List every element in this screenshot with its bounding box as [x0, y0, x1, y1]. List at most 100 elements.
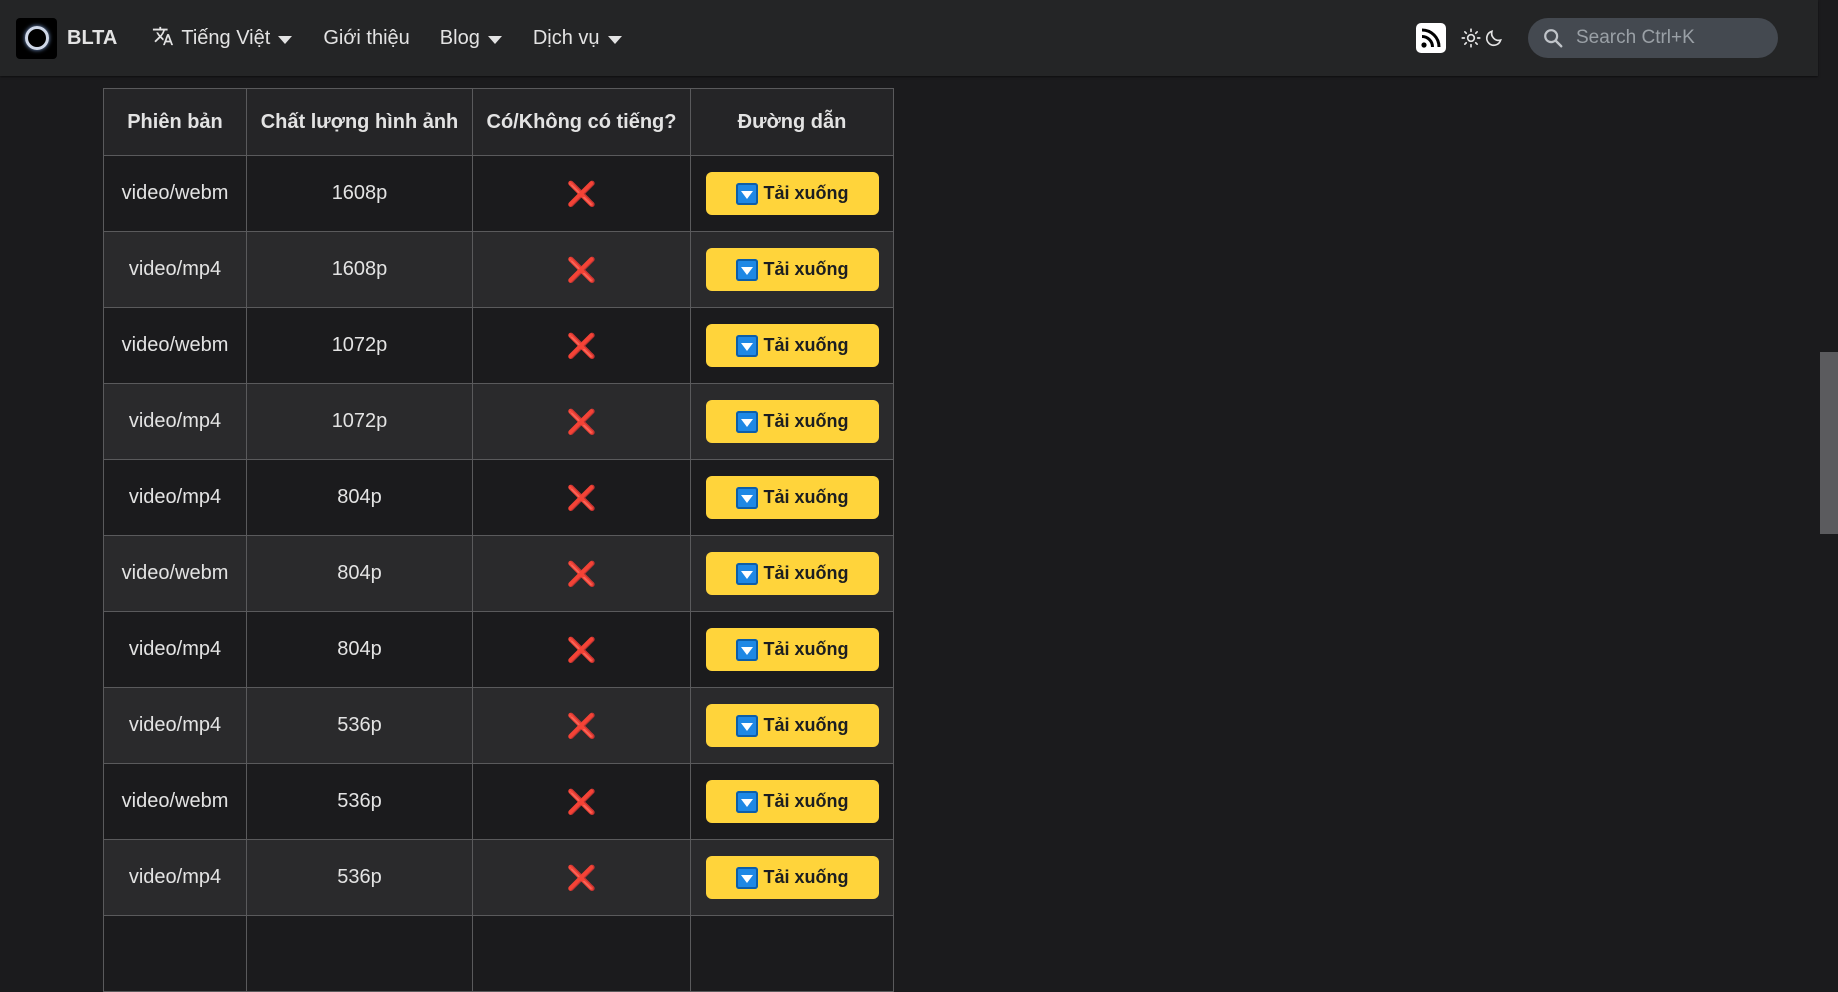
cross-mark-icon: ❌ — [566, 179, 597, 208]
audio-cell: ❌ — [472, 839, 691, 916]
audio-cell: ❌ — [472, 155, 691, 232]
download-label: Tải xuống — [763, 867, 849, 887]
download-label: Tải xuống — [763, 183, 849, 203]
quality-cell: 1608p — [246, 155, 473, 232]
format-cell: video/mp4 — [103, 383, 247, 460]
link-cell: Tải xuống — [690, 383, 894, 460]
search-icon — [1544, 29, 1563, 48]
cross-mark-icon: ❌ — [566, 711, 597, 740]
link-cell: Tải xuống — [690, 611, 894, 688]
quality-cell: 804p — [246, 459, 473, 536]
chevron-down-icon — [278, 35, 293, 44]
table-row: video/webm 1608p ❌ Tải xuống — [103, 155, 894, 232]
chevron-down-icon — [607, 35, 622, 44]
link-cell: Tải xuống — [690, 459, 894, 536]
language-label: Tiếng Việt — [181, 26, 271, 49]
brand-link[interactable]: BLTA — [16, 17, 117, 59]
cross-mark-icon: ❌ — [566, 635, 597, 664]
quality-cell: 1072p — [246, 307, 473, 384]
search-input[interactable] — [1574, 26, 1768, 50]
nav-blog-dropdown[interactable]: Blog — [440, 27, 502, 50]
download-button[interactable]: Tải xuống — [705, 324, 879, 367]
format-cell: video/webm — [103, 307, 247, 384]
download-button[interactable]: Tải xuống — [705, 628, 879, 671]
search-box[interactable] — [1528, 18, 1778, 58]
table-header-row: Phiên bản Chất lượng hình ảnh Có/Không c… — [103, 88, 894, 156]
quality-cell: 804p — [246, 611, 473, 688]
cross-mark-icon: ❌ — [566, 407, 597, 436]
quality-cell: 804p — [246, 535, 473, 612]
audio-cell: ❌ — [472, 535, 691, 612]
quality-cell: 1072p — [246, 383, 473, 460]
page-scrollbar[interactable] — [1818, 0, 1838, 905]
format-cell: video/mp4 — [103, 839, 247, 916]
audio-cell: ❌ — [472, 383, 691, 460]
download-table: Phiên bản Chất lượng hình ảnh Có/Không c… — [103, 88, 894, 992]
nav-about[interactable]: Giới thiệu — [323, 27, 409, 50]
download-button[interactable]: Tải xuống — [705, 780, 879, 823]
language-dropdown[interactable]: Tiếng Việt — [152, 25, 293, 52]
scrollbar-thumb[interactable] — [1820, 352, 1838, 534]
cross-mark-icon: ❌ — [566, 863, 597, 892]
cross-mark-icon: ❌ — [566, 483, 597, 512]
down-arrow-button-icon — [735, 714, 758, 737]
down-arrow-button-icon — [735, 562, 758, 585]
table-row: video/mp4 1072p ❌ Tải xuống — [103, 383, 894, 460]
quality-cell: 1608p — [246, 231, 473, 308]
download-label: Tải xuống — [763, 335, 849, 355]
table-row: video/mp4 1608p ❌ Tải xuống — [103, 231, 894, 308]
chevron-down-icon — [487, 35, 502, 44]
download-button[interactable]: Tải xuống — [705, 704, 879, 747]
translate-icon — [152, 25, 174, 52]
cross-mark-icon: ❌ — [566, 331, 597, 360]
quality-cell — [246, 915, 473, 992]
header-link: Đường dẫn — [690, 88, 894, 156]
download-button[interactable]: Tải xuống — [705, 856, 879, 899]
download-button[interactable]: Tải xuống — [705, 476, 879, 519]
download-button[interactable]: Tải xuống — [705, 172, 879, 215]
format-cell: video/webm — [103, 155, 247, 232]
nav-about-label: Giới thiệu — [323, 26, 410, 49]
audio-cell: ❌ — [472, 763, 691, 840]
header-quality: Chất lượng hình ảnh — [246, 88, 473, 156]
format-cell — [103, 915, 247, 992]
down-arrow-button-icon — [735, 866, 758, 889]
nav-services-label: Dịch vụ — [532, 26, 600, 49]
rss-icon[interactable] — [1416, 23, 1446, 53]
format-cell: video/mp4 — [103, 459, 247, 536]
down-arrow-button-icon — [735, 334, 758, 357]
link-cell: Tải xuống — [690, 231, 894, 308]
quality-cell: 536p — [246, 687, 473, 764]
download-button[interactable]: Tải xuống — [705, 400, 879, 443]
download-button[interactable]: Tải xuống — [705, 248, 879, 291]
header-version: Phiên bản — [103, 88, 247, 156]
logo-icon — [16, 17, 57, 59]
top-navbar: BLTA Tiếng Việt Giới thiệu Blog Dịch vụ — [0, 0, 1818, 76]
link-cell: Tải xuống — [690, 155, 894, 232]
down-arrow-button-icon — [735, 182, 758, 205]
download-label: Tải xuống — [763, 259, 849, 279]
down-arrow-button-icon — [735, 790, 758, 813]
table-row: video/webm 536p ❌ Tải xuống — [103, 763, 894, 840]
format-cell: video/mp4 — [103, 611, 247, 688]
theme-toggle[interactable] — [1461, 28, 1504, 48]
download-button[interactable]: Tải xuống — [705, 552, 879, 595]
navbar-right — [1416, 0, 1778, 76]
sun-icon — [1461, 28, 1481, 48]
link-cell: Tải xuống — [690, 687, 894, 764]
audio-cell: ❌ — [472, 687, 691, 764]
down-arrow-button-icon — [735, 486, 758, 509]
down-arrow-button-icon — [735, 410, 758, 433]
link-cell — [690, 915, 894, 992]
audio-cell: ❌ — [472, 231, 691, 308]
download-label: Tải xuống — [763, 715, 849, 735]
format-cell: video/webm — [103, 763, 247, 840]
cross-mark-icon: ❌ — [566, 559, 597, 588]
download-label: Tải xuống — [763, 791, 849, 811]
cross-mark-icon: ❌ — [566, 787, 597, 816]
nav-services-dropdown[interactable]: Dịch vụ — [533, 27, 622, 50]
format-cell: video/mp4 — [103, 231, 247, 308]
audio-cell: ❌ — [472, 307, 691, 384]
format-cell: video/mp4 — [103, 687, 247, 764]
table-row: video/webm 1072p ❌ Tải xuống — [103, 307, 894, 384]
